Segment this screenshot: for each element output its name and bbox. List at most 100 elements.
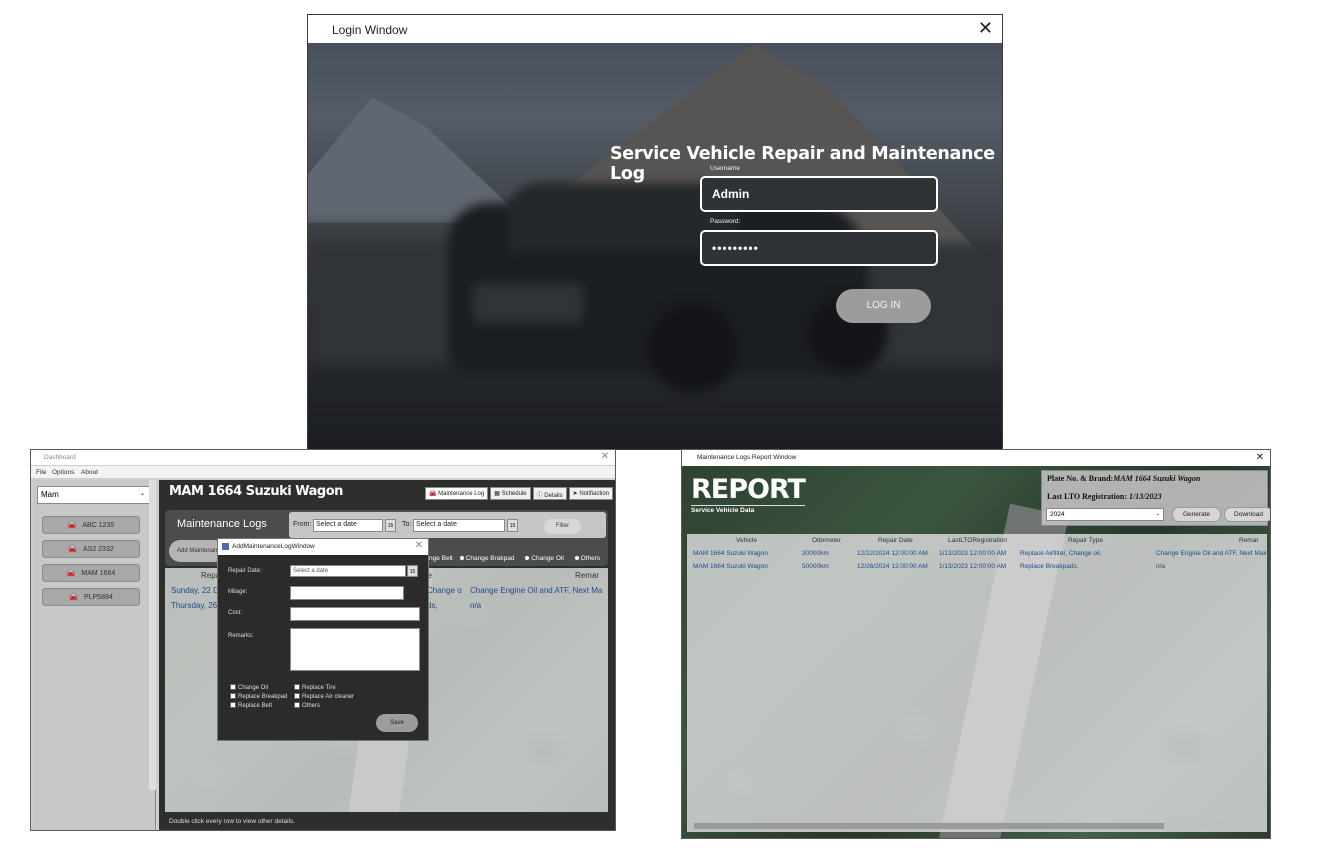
column-header-vehicle[interactable]: Vehicle <box>736 537 757 544</box>
cell-repair-type[interactable]: Replace Breakpads, <box>1020 563 1079 570</box>
tab-notification[interactable]: ➤ Notifiaction <box>568 487 613 500</box>
year-select[interactable]: 2024 ⌄ <box>1046 508 1164 521</box>
column-header-remarks[interactable]: Remar <box>575 571 599 580</box>
from-label: From: <box>293 521 312 528</box>
radio-change-belt[interactable]: nge Belt <box>429 555 453 562</box>
username-input[interactable]: Admin <box>700 176 938 212</box>
row-remarks[interactable]: Change Engine Oil and ATF, Next Ma <box>470 586 602 595</box>
remarks-label: Remarks: <box>228 633 254 639</box>
column-header-repair-type[interactable]: Repair Type <box>1068 537 1103 544</box>
cell-vehicle[interactable]: MAM 1664 Suzuki Wagon <box>693 563 768 570</box>
report-window-title: Maintenance Logs Report Window <box>697 454 797 461</box>
grid-veil <box>687 534 1267 832</box>
remarks-textarea[interactable] <box>290 628 420 671</box>
report-titlebar: Maintenance Logs Report Window ✕ <box>682 450 1270 466</box>
column-header-remarks[interactable]: Remar <box>1239 537 1259 544</box>
cell-repair-type[interactable]: Replace Airfilter, Change oil, <box>1020 550 1102 557</box>
scrollbar-thumb[interactable] <box>694 823 1164 829</box>
close-icon[interactable]: ✕ <box>978 18 993 39</box>
checkbox-others[interactable]: Others <box>294 702 320 709</box>
cost-label: Cost: <box>228 610 243 616</box>
sidebar-scrollbar[interactable] <box>149 480 156 790</box>
report-info-panel: Plate No. & Brand:MAM 1664 Suzuki Wagon … <box>1041 470 1270 526</box>
cell-vehicle[interactable]: MAM 1664 Suzuki Wagon <box>693 550 768 557</box>
checkbox-change-oil[interactable]: Change Oil <box>230 684 268 691</box>
cell-remarks[interactable]: n/a <box>1156 563 1165 570</box>
radio-label: Change Brakpad <box>465 555 515 562</box>
dialog-title: AddMaintenanceLogWindow <box>232 543 315 550</box>
cell-odometer[interactable]: 30000km <box>802 550 829 557</box>
menu-file[interactable]: File <box>36 469 46 476</box>
to-date-picker[interactable]: Select a date <box>413 519 505 532</box>
download-button[interactable]: Download <box>1224 507 1270 522</box>
menu-about[interactable]: About <box>81 469 98 476</box>
vehicle-button-label: MAM 1664 <box>81 569 116 577</box>
cell-odometer[interactable]: 50000km <box>802 563 829 570</box>
generate-button[interactable]: Generate <box>1172 507 1221 522</box>
vehicle-button[interactable]: 🚘 MAM 1664 <box>42 564 140 582</box>
calendar-icon[interactable]: 15 <box>407 565 418 577</box>
login-window: Login Window ✕ Service Vehicle Repair an… <box>307 14 1003 450</box>
filter-button[interactable]: Filter <box>544 519 581 534</box>
vehicle-button[interactable]: 🚘 AS2 2332 <box>42 540 140 558</box>
vehicle-search-value: Mam <box>41 490 59 499</box>
tab-maintenance-log[interactable]: 🚘 Maintenance Log <box>425 487 489 500</box>
close-icon[interactable]: ✕ <box>415 540 423 551</box>
milage-label: Milage: <box>228 589 248 595</box>
vehicle-search-combobox[interactable]: Mam ⌄ <box>37 486 150 504</box>
checkbox-replace-air-cleaner[interactable]: Replace Air cleaner <box>294 693 354 700</box>
cell-repair-date[interactable]: 12/22/2024 12:00:00 AM <box>857 550 928 557</box>
vehicle-button[interactable]: 🚘 PLP5894 <box>42 588 140 606</box>
chevron-down-icon: ⌄ <box>139 491 145 497</box>
close-icon[interactable]: ✕ <box>1256 452 1264 463</box>
close-icon[interactable]: ✕ <box>601 451 609 462</box>
plate-label: Plate No. & Brand: <box>1047 474 1114 483</box>
tab-label: Details <box>544 493 563 499</box>
username-label: Username <box>710 165 740 172</box>
row-remarks[interactable]: n/a <box>470 601 481 610</box>
vehicle-sidebar: Mam ⌄ 🚘 ABC 1235 🚘 AS2 2332 🚘 MAM 1664 🚘… <box>33 480 156 830</box>
repair-type-radios: nge Belt Change Brakpad Change Oil Other… <box>429 555 608 562</box>
checkbox-label: Change Oil <box>238 685 269 691</box>
row-repair-type[interactable]: Change o <box>427 586 462 595</box>
from-date-picker[interactable]: Select a date <box>313 519 383 532</box>
radio-change-oil[interactable]: Change Oil <box>524 555 568 562</box>
row-repair-date[interactable]: Sunday, 22 D <box>171 586 219 595</box>
date-filter-bar: From: Select a date 15 To: Select a date… <box>289 512 606 538</box>
login-button[interactable]: LOG IN <box>836 289 931 323</box>
tab-details[interactable]: ⓘ Details <box>532 487 567 500</box>
save-button[interactable]: Save <box>376 714 418 732</box>
checkbox-replace-breakpad[interactable]: Replace Breakpad <box>230 693 287 700</box>
milage-input[interactable] <box>290 586 404 600</box>
menu-options[interactable]: Options <box>52 469 74 476</box>
report-grid[interactable]: Vehicle Odometer Repair Date LastLTORegi… <box>687 534 1269 832</box>
cell-lto[interactable]: 1/13/2023 12:00:00 AM <box>939 563 1006 570</box>
report-window: Maintenance Logs Report Window ✕ REPORT … <box>681 449 1271 839</box>
repair-date-label: Repair Date: <box>228 568 262 574</box>
calendar-icon[interactable]: 15 <box>385 519 396 532</box>
cost-input[interactable] <box>290 607 420 621</box>
calendar-icon[interactable]: 15 <box>507 519 518 532</box>
radio-change-brakpad[interactable]: Change Brakpad <box>458 555 519 562</box>
menu-bar: File Options About <box>31 466 615 478</box>
column-header-repair-date[interactable]: Repair Date <box>878 537 913 544</box>
horizontal-scrollbar[interactable] <box>688 822 1262 830</box>
column-header-odometer[interactable]: Odometer <box>812 537 841 544</box>
tab-schedule[interactable]: ▦ Schedule <box>490 487 531 500</box>
tab-label: Notifiaction <box>579 491 609 497</box>
row-repair-date[interactable]: Thursday, 26 <box>171 601 217 610</box>
vehicle-button[interactable]: 🚘 ABC 1235 <box>42 516 140 534</box>
repair-date-picker[interactable]: Select a date <box>290 565 406 577</box>
checkbox-replace-belt[interactable]: Replace Belt <box>230 702 272 709</box>
report-subtitle: Service Vehicle Data <box>691 507 755 514</box>
cell-remarks[interactable]: Change Engine Oil and ATF, Next Main <box>1156 550 1269 557</box>
cell-lto[interactable]: 1/13/2023 12:00:00 AM <box>939 550 1006 557</box>
password-input[interactable]: ••••••••• <box>700 230 938 266</box>
column-header-lto[interactable]: LastLTORegistration <box>948 537 1007 544</box>
dashboard-titlebar: Dashboard ✕ <box>31 450 615 465</box>
cell-repair-date[interactable]: 12/26/2024 12:00:00 AM <box>857 563 928 570</box>
dialog-titlebar: AddMaintenanceLogWindow ✕ <box>218 539 428 555</box>
selected-vehicle-title: MAM 1664 Suzuki Wagon <box>169 484 343 499</box>
checkbox-replace-tire[interactable]: Replace Tire <box>294 684 336 691</box>
radio-others[interactable]: Others <box>573 555 605 562</box>
